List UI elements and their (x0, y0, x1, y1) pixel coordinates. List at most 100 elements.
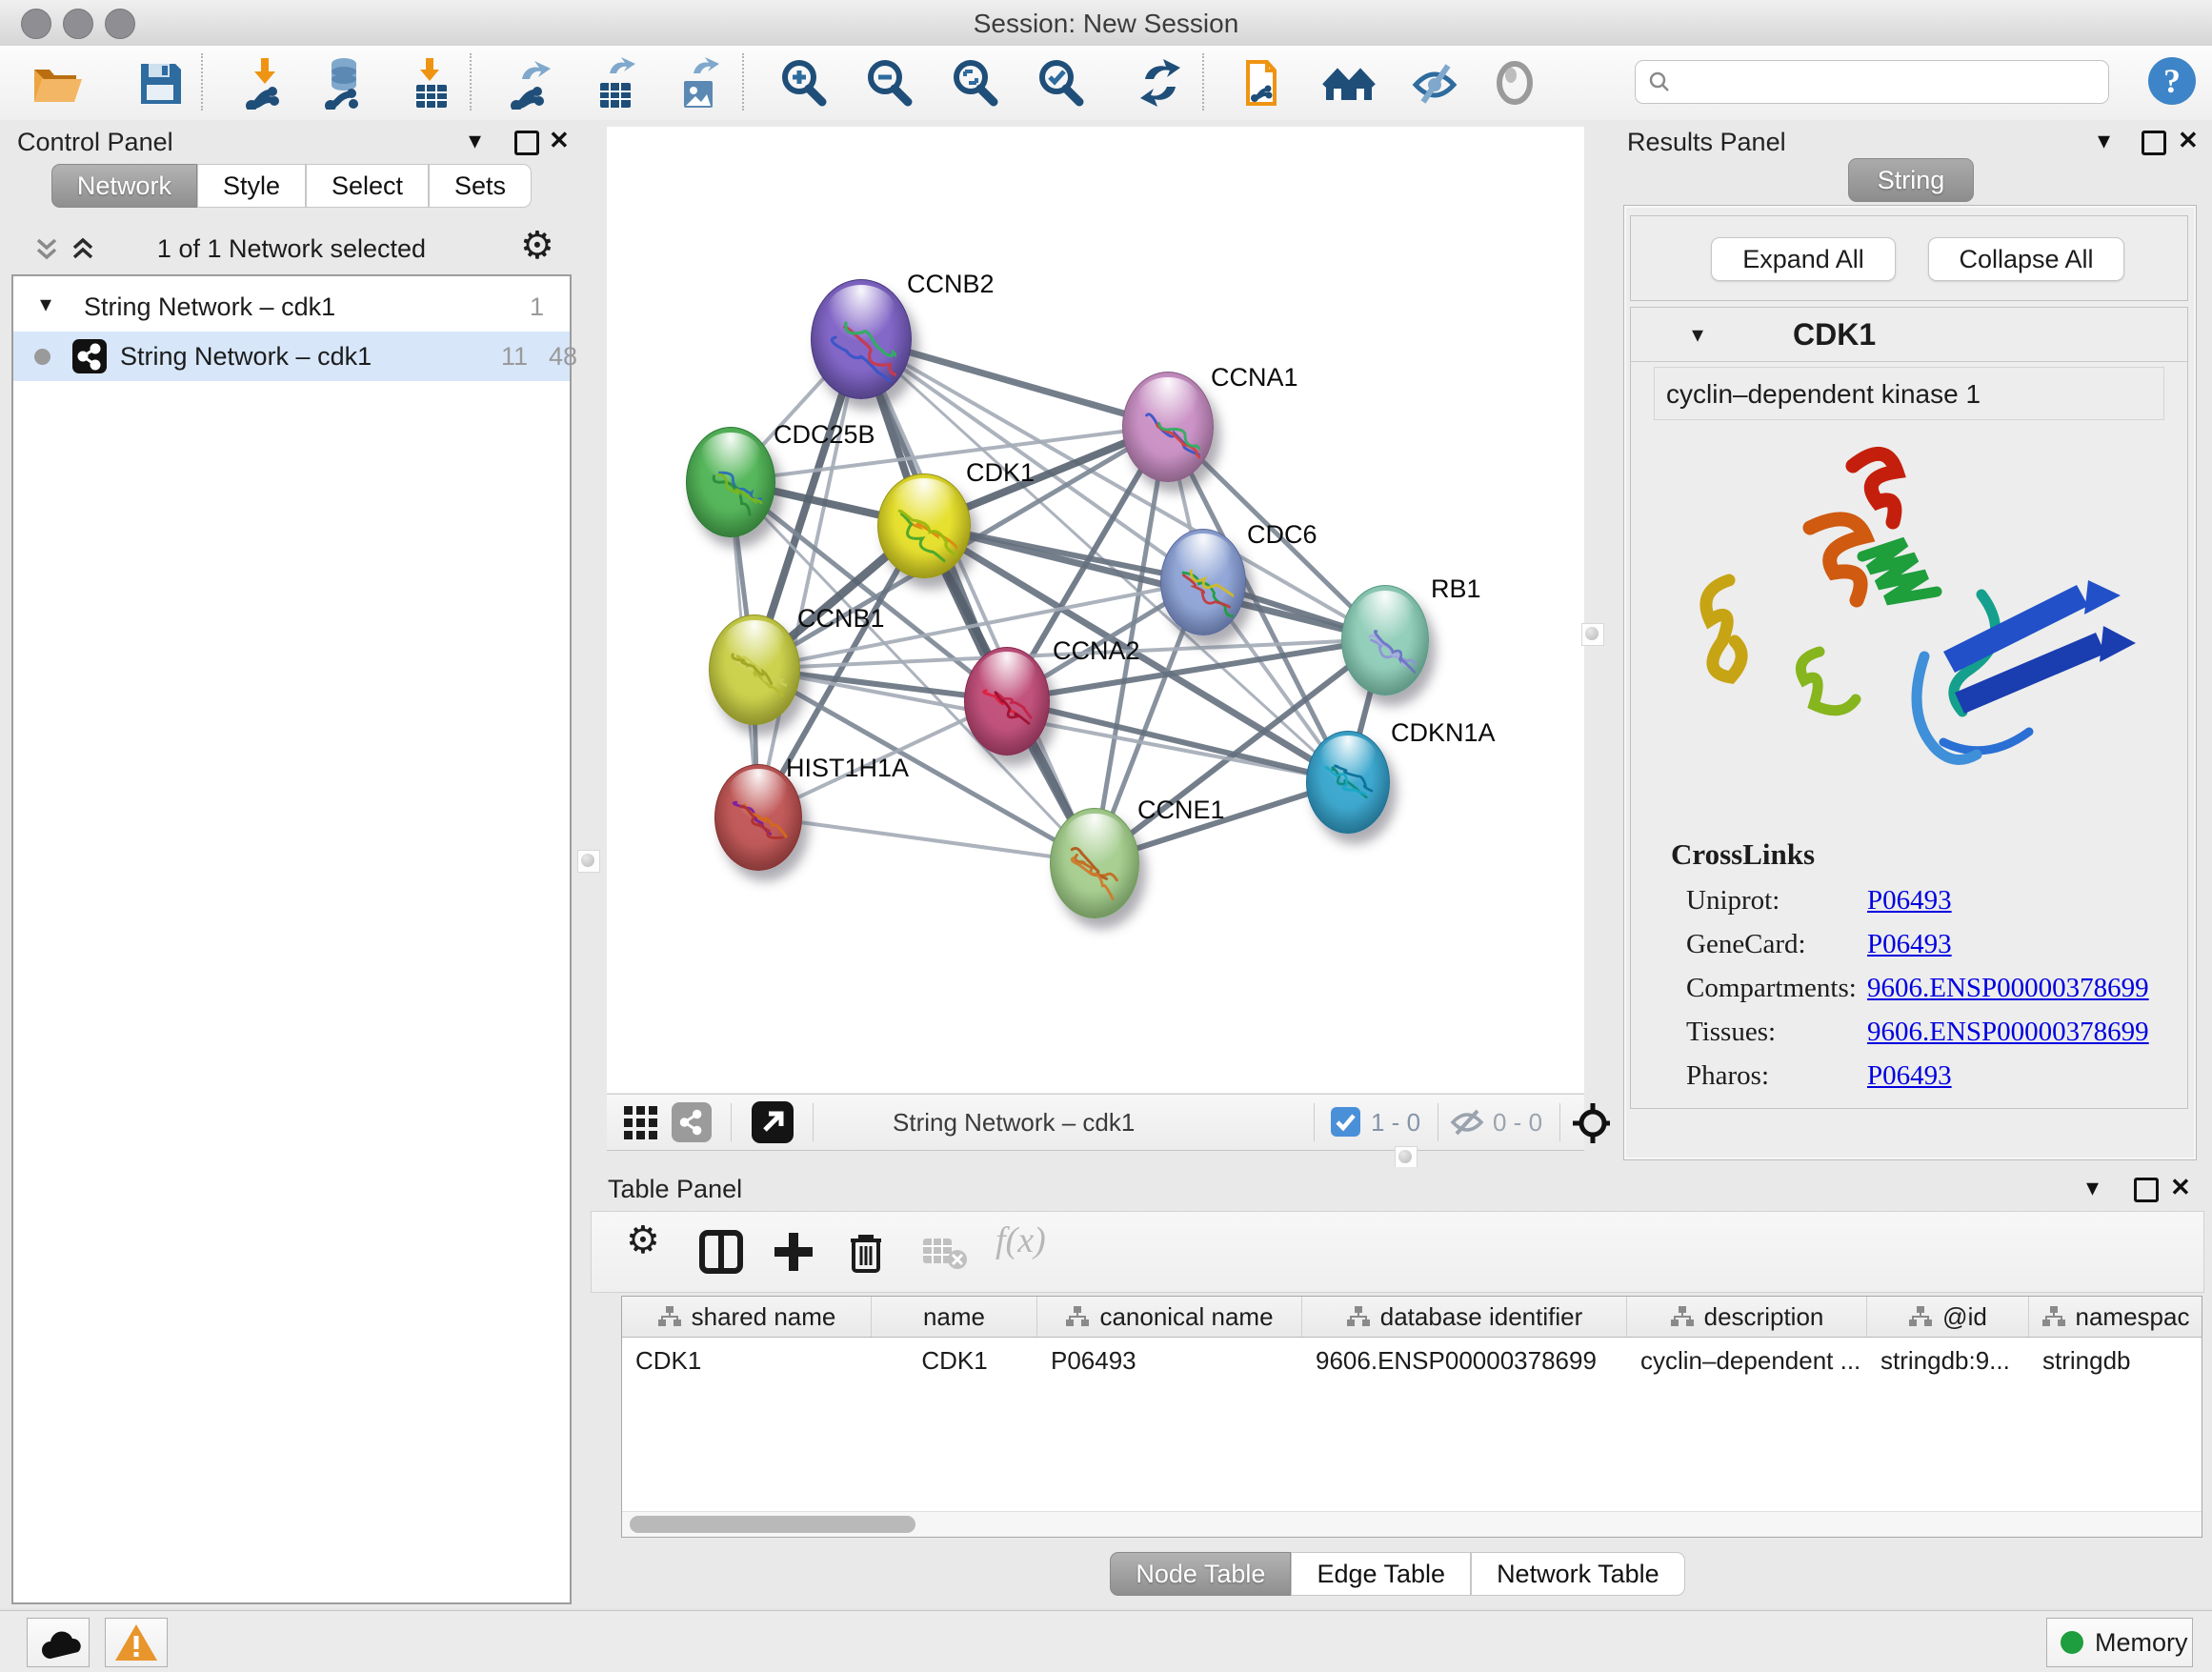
open-in-window-icon[interactable] (752, 1101, 794, 1143)
panel-float-icon[interactable] (514, 131, 539, 155)
network-node-CCNE1[interactable] (1050, 808, 1139, 918)
tab-sets[interactable]: Sets (429, 164, 532, 208)
tab-edge-table[interactable]: Edge Table (1291, 1552, 1471, 1596)
crosslink-link[interactable]: P06493 (1867, 885, 1952, 917)
zoom-out-icon[interactable] (862, 56, 915, 110)
warnings-button[interactable] (105, 1618, 168, 1667)
tab-style[interactable]: Style (197, 164, 306, 208)
open-session-icon[interactable] (29, 56, 82, 110)
cell-id[interactable]: stringdb:9... (1867, 1338, 2029, 1381)
network-node-CCNA1[interactable] (1122, 372, 1214, 482)
delete-column-icon[interactable] (841, 1227, 891, 1277)
tab-node-table[interactable]: Node Table (1110, 1552, 1291, 1596)
show-columns-icon[interactable] (696, 1227, 746, 1277)
import-table-file-icon[interactable] (405, 56, 458, 110)
network-column-icon (657, 1305, 682, 1328)
cell-canonical-name[interactable]: P06493 (1037, 1338, 1302, 1381)
bottom-splitter-handle[interactable] (1395, 1146, 1418, 1169)
column-header[interactable]: @id (1867, 1297, 2029, 1337)
network-row[interactable]: String Network – cdk1 11 48 (13, 332, 570, 381)
column-header[interactable]: namespac (2029, 1297, 2202, 1337)
gene-name: CDK1 (1793, 317, 1876, 353)
cell-database-identifier[interactable]: 9606.ENSP00000378699 (1302, 1338, 1627, 1381)
panel-menu-icon[interactable]: ▾ (469, 126, 481, 155)
zoom-selected-icon[interactable] (1034, 56, 1087, 110)
network-canvas[interactable]: CCNB2CCNA1CDC25BCDK1CDC6RB1CCNB1CCNA2CDK… (607, 127, 1584, 1093)
cloud-button[interactable] (27, 1618, 90, 1667)
import-network-database-icon[interactable] (319, 56, 372, 110)
network-node-CDC6[interactable] (1160, 529, 1246, 635)
hide-selected-icon[interactable] (1408, 56, 1461, 110)
network-options-gear-icon[interactable]: ⚙ (520, 221, 554, 271)
add-column-icon[interactable] (769, 1227, 818, 1277)
column-header[interactable]: name (872, 1297, 1037, 1337)
network-node-CCNB1[interactable] (709, 614, 800, 725)
export-image-icon[interactable] (673, 56, 726, 110)
panel-close-icon[interactable]: ✕ (2178, 126, 2199, 155)
scrollbar-thumb[interactable] (630, 1516, 915, 1533)
tab-string[interactable]: String (1848, 158, 1975, 202)
export-network-icon[interactable] (505, 56, 558, 110)
panel-float-icon[interactable] (2134, 1178, 2159, 1202)
panel-float-icon[interactable] (2142, 131, 2166, 155)
cell-description[interactable]: cyclin–dependent ... (1627, 1338, 1867, 1381)
collection-expander-icon[interactable]: ▾ (40, 291, 51, 318)
import-network-file-icon[interactable] (238, 56, 292, 110)
selected-checkbox-icon[interactable] (1331, 1107, 1360, 1137)
network-node-CDC25B[interactable] (686, 427, 775, 537)
zoom-fit-icon[interactable] (948, 56, 1001, 110)
crosslink-link[interactable]: P06493 (1867, 1060, 1952, 1092)
first-neighbors-icon[interactable] (1322, 56, 1376, 110)
refresh-icon[interactable] (1134, 56, 1187, 110)
cell-name[interactable]: CDK1 (872, 1338, 1037, 1381)
network-edge[interactable] (757, 338, 860, 816)
crosslink-link[interactable]: 9606.ENSP00000378699 (1867, 973, 2149, 1004)
panel-close-icon[interactable]: ✕ (2170, 1173, 2191, 1202)
panel-menu-icon[interactable]: ▾ (2098, 126, 2110, 155)
network-edge[interactable] (757, 816, 1094, 862)
fit-crosshair-icon[interactable] (1571, 1101, 1615, 1145)
left-splitter-handle[interactable] (577, 850, 600, 873)
help-icon[interactable]: ? (2145, 54, 2199, 108)
gene-entry-header[interactable]: ▾ CDK1 (1631, 308, 2187, 362)
export-table-icon[interactable] (589, 56, 642, 110)
table-horizontal-scrollbar[interactable] (622, 1511, 2202, 1537)
crosslink-link[interactable]: 9606.ENSP00000378699 (1867, 1017, 2149, 1048)
network-edge[interactable] (860, 338, 1094, 862)
column-header[interactable]: shared name (622, 1297, 872, 1337)
birds-eye-grid-icon[interactable] (622, 1104, 660, 1142)
column-header[interactable]: description (1627, 1297, 1867, 1337)
cell-namespace[interactable]: stringdb (2029, 1338, 2202, 1381)
zoom-in-icon[interactable] (776, 56, 830, 110)
network-node-CDKN1A[interactable] (1306, 731, 1390, 834)
table-row[interactable]: CDK1 CDK1 P06493 9606.ENSP00000378699 cy… (622, 1338, 2202, 1381)
collapse-all-button[interactable]: Collapse All (1928, 237, 2124, 281)
search-input[interactable] (1635, 60, 2109, 104)
memory-button[interactable]: Memory (2046, 1618, 2193, 1667)
crosslink-label: GeneCard: (1686, 929, 1806, 960)
tab-network-table[interactable]: Network Table (1471, 1552, 1685, 1596)
network-collection-row[interactable]: ▾ String Network – cdk1 1 (13, 282, 570, 332)
entry-expander-icon[interactable]: ▾ (1692, 321, 1703, 349)
network-node-CCNA2[interactable] (964, 647, 1050, 755)
tab-network[interactable]: Network (51, 164, 197, 208)
network-node-CCNB2[interactable] (811, 279, 912, 399)
panel-close-icon[interactable]: ✕ (549, 126, 570, 155)
cell-shared-name[interactable]: CDK1 (622, 1338, 872, 1381)
show-all-icon[interactable] (1488, 56, 1541, 110)
crosslink-link[interactable]: P06493 (1867, 929, 1952, 960)
save-session-icon[interactable] (133, 56, 187, 110)
column-header[interactable]: database identifier (1302, 1297, 1627, 1337)
network-node-CDK1[interactable] (877, 473, 971, 578)
column-header[interactable]: canonical name (1037, 1297, 1302, 1337)
tab-select[interactable]: Select (306, 164, 429, 208)
table-options-gear-icon[interactable]: ⚙ (626, 1216, 675, 1265)
string-view-icon[interactable] (672, 1102, 712, 1142)
string-import-icon[interactable] (1238, 56, 1292, 110)
network-node-RB1[interactable] (1341, 585, 1429, 695)
panel-menu-icon[interactable]: ▾ (2086, 1173, 2099, 1202)
node-table: shared name name canonical name database… (621, 1296, 2202, 1538)
right-splitter-handle[interactable] (1581, 623, 1604, 646)
gene-description: cyclin–dependent kinase 1 (1654, 367, 2164, 420)
expand-all-button[interactable]: Expand All (1711, 237, 1896, 281)
